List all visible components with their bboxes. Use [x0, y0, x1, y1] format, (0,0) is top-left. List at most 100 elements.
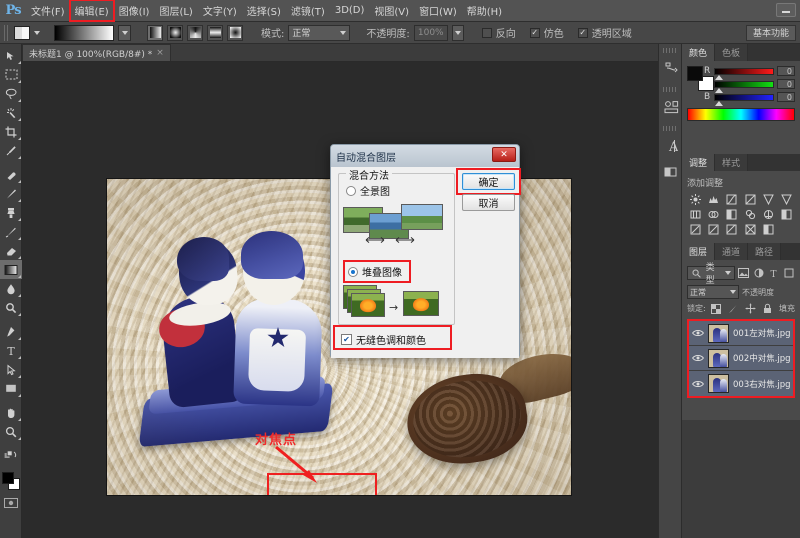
brush-tool[interactable] — [0, 184, 22, 203]
opacity-input[interactable]: 100% — [413, 24, 448, 41]
table-row[interactable]: 001左对焦.jpg — [689, 321, 793, 346]
menu-item-3d[interactable]: 3D(D) — [330, 2, 370, 19]
auto-blend-layers-dialog[interactable]: 自动混合图层 ✕ 混合方法 全景图 堆叠图像 → 确定 取消 ✔ 无缝色调和颜色 — [330, 144, 521, 358]
menu-item-filter[interactable]: 滤镜(T) — [286, 0, 330, 21]
foreground-color-swatch[interactable] — [687, 66, 703, 81]
menu-item-image[interactable]: 图像(I) — [114, 0, 155, 21]
stack-images-radio[interactable] — [348, 266, 358, 277]
dodge-tool[interactable] — [0, 298, 22, 317]
tab-styles[interactable]: 样式 — [715, 154, 749, 171]
exposure-icon[interactable] — [742, 193, 758, 206]
character-icon[interactable]: A — [659, 133, 683, 159]
gradient-picker-dropdown[interactable] — [118, 24, 131, 41]
blue-value[interactable]: 0 — [777, 92, 795, 102]
eye-icon[interactable] — [691, 377, 704, 390]
filter-shape-icon[interactable] — [783, 267, 795, 280]
dialog-title-bar[interactable]: 自动混合图层 ✕ — [331, 145, 519, 167]
hand-tool[interactable] — [0, 403, 22, 422]
radial-gradient-button[interactable] — [167, 24, 183, 41]
layer-thumbnail[interactable] — [708, 374, 729, 393]
tab-paths[interactable]: 路径 — [748, 243, 782, 260]
stack-images-option-row[interactable]: 堆叠图像 — [343, 260, 411, 283]
green-value[interactable]: 0 — [777, 79, 795, 89]
gradient-preview[interactable] — [54, 24, 114, 41]
layer-thumbnail[interactable] — [708, 323, 729, 343]
eraser-tool[interactable] — [0, 241, 22, 260]
eyedropper-tool[interactable] — [0, 141, 22, 160]
layer-thumbnail[interactable] — [708, 348, 729, 368]
zoom-tool[interactable] — [0, 422, 22, 441]
blue-slider[interactable] — [714, 93, 774, 106]
reflected-gradient-button[interactable] — [207, 24, 223, 41]
black-white-icon[interactable] — [705, 208, 721, 221]
lasso-tool[interactable] — [0, 84, 22, 103]
clone-stamp-tool[interactable] — [0, 203, 22, 222]
foreground-background-color[interactable] — [0, 469, 22, 495]
menu-item-view[interactable]: 视图(V) — [369, 0, 414, 21]
brightness-icon[interactable] — [687, 193, 703, 206]
color-lookup-icon[interactable] — [760, 208, 776, 221]
layer-comps-icon[interactable] — [659, 159, 683, 185]
menu-item-window[interactable]: 窗口(W) — [414, 0, 462, 21]
menu-item-layer[interactable]: 图层(L) — [154, 0, 197, 21]
seamless-tones-row[interactable]: 无缝色调和颜色 — [341, 332, 426, 347]
minimize-button[interactable] — [776, 3, 796, 17]
history-icon[interactable] — [659, 55, 683, 81]
close-icon[interactable]: × — [156, 48, 164, 58]
menu-item-type[interactable]: 文字(Y) — [198, 0, 242, 21]
magic-wand-tool[interactable] — [0, 103, 22, 122]
layer-blend-mode-select[interactable]: 正常 — [687, 285, 739, 299]
gradient-map-icon[interactable] — [724, 223, 740, 236]
reverse-checkbox[interactable] — [481, 27, 492, 38]
rectangle-tool[interactable] — [0, 379, 22, 398]
filter-type-icon[interactable]: T — [768, 267, 780, 280]
color-spectrum-ramp[interactable] — [687, 108, 795, 121]
angle-gradient-button[interactable] — [187, 24, 203, 41]
layer-name[interactable]: 002中对焦.jpg — [733, 352, 791, 364]
menu-item-file[interactable]: 文件(F) — [26, 0, 70, 21]
panorama-option-row[interactable]: 全景图 — [346, 183, 454, 198]
eye-icon[interactable] — [691, 327, 704, 340]
seamless-tones-checkbox[interactable] — [341, 334, 352, 345]
quick-mask-button[interactable] — [0, 495, 22, 511]
healing-brush-tool[interactable] — [0, 165, 22, 184]
crop-tool[interactable] — [0, 122, 22, 141]
panorama-radio[interactable] — [346, 185, 356, 196]
path-selection-tool[interactable] — [0, 360, 22, 379]
dither-checkbox[interactable] — [529, 27, 540, 38]
menu-item-edit[interactable]: 编辑(E) — [68, 0, 115, 22]
workspace-button[interactable]: 基本功能 — [745, 24, 796, 41]
tab-channels[interactable]: 通道 — [715, 243, 749, 260]
transparency-checkbox[interactable] — [577, 27, 588, 38]
layer-filter-type-select[interactable]: 类型 — [687, 263, 735, 286]
hue-saturation-icon[interactable] — [779, 193, 795, 206]
tab-color[interactable]: 颜色 — [682, 44, 716, 61]
pen-tool[interactable] — [0, 322, 22, 341]
actions-icon[interactable] — [659, 94, 683, 120]
dock-grip[interactable] — [663, 126, 677, 131]
filter-pixel-icon[interactable] — [738, 267, 750, 280]
tab-adjustments[interactable]: 调整 — [682, 154, 716, 171]
photo-filter-icon[interactable] — [724, 208, 740, 221]
green-slider[interactable] — [714, 80, 774, 93]
selective-color-icon[interactable] — [742, 223, 758, 236]
ok-button[interactable]: 确定 — [462, 173, 515, 190]
options-bar-grip[interactable] — [4, 24, 10, 41]
menu-item-select[interactable]: 选择(S) — [242, 0, 286, 21]
red-value[interactable]: 0 — [777, 66, 795, 76]
tab-layers[interactable]: 图层 — [682, 243, 716, 260]
red-slider[interactable] — [714, 67, 774, 80]
lock-transparent-pixels-icon[interactable] — [710, 302, 723, 315]
table-row[interactable]: 003右对焦.jpg — [689, 371, 793, 396]
color-balance-icon[interactable] — [687, 208, 703, 221]
type-tool[interactable]: T — [0, 341, 22, 360]
filter-adjustment-icon[interactable] — [753, 267, 765, 280]
document-tab[interactable]: 未标题1 @ 100%(RGB/8#) * × — [22, 44, 171, 61]
duotone-icon[interactable] — [760, 223, 776, 236]
linear-gradient-button[interactable] — [147, 24, 163, 41]
vibrance-icon[interactable] — [760, 193, 776, 206]
layer-name[interactable]: 003右对焦.jpg — [733, 378, 791, 390]
move-tool[interactable] — [0, 46, 22, 65]
chevron-down-icon[interactable] — [34, 30, 40, 35]
eye-icon[interactable] — [691, 352, 704, 365]
